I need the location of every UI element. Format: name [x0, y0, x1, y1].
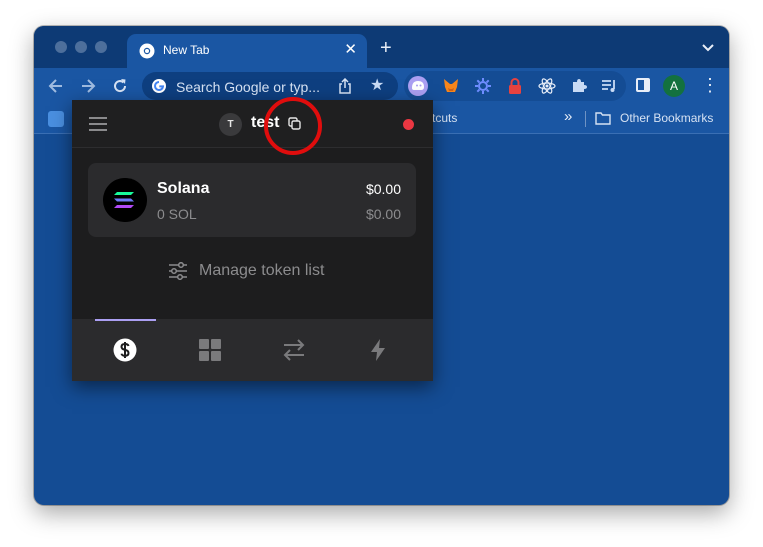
- active-tab-indicator: [95, 319, 156, 321]
- address-bar[interactable]: Search Google or typ... ★: [142, 72, 398, 100]
- phantom-icon[interactable]: [408, 76, 428, 96]
- reload-icon[interactable]: [111, 77, 129, 95]
- solana-icon: [103, 178, 147, 222]
- react-icon[interactable]: [538, 77, 556, 95]
- folder-icon: [595, 112, 611, 125]
- chrome-icon: [139, 43, 155, 59]
- bottom-nav: [72, 319, 433, 381]
- menu-icon[interactable]: [89, 117, 107, 131]
- lock-extension-icon[interactable]: [506, 77, 524, 95]
- more-options-icon[interactable]: ⋮: [701, 76, 719, 96]
- bookmarks-divider: [585, 111, 586, 127]
- swap-tab-arrows-icon[interactable]: [282, 338, 306, 362]
- toolbar: Search Google or typ... ★ A ⋮: [34, 68, 729, 104]
- share-icon[interactable]: [338, 78, 352, 94]
- phantom-wallet-popup: T test Solana 0 SOL $0.00 $0.00 Manage t…: [72, 97, 433, 381]
- back-arrow-icon[interactable]: [47, 77, 65, 95]
- avatar[interactable]: A: [663, 75, 685, 97]
- close-icon[interactable]: ✕: [344, 40, 357, 60]
- more-bookmarks-icon[interactable]: »: [564, 108, 572, 125]
- activity-tab-lightning-icon[interactable]: [366, 338, 390, 362]
- tokens-tab-dollar-icon[interactable]: [113, 338, 137, 362]
- other-bookmarks-link[interactable]: Other Bookmarks: [620, 111, 713, 125]
- manage-token-list-label: Manage token list: [199, 262, 325, 279]
- tab-strip: New Tab ✕ +: [34, 26, 729, 68]
- close-window-button[interactable]: [55, 41, 67, 53]
- tab-new-tab[interactable]: New Tab ✕: [127, 34, 367, 68]
- sliders-icon: [169, 262, 187, 280]
- collectibles-tab-grid-icon[interactable]: [198, 338, 222, 362]
- bookmark-star-icon[interactable]: ★: [370, 77, 384, 95]
- side-panel-icon[interactable]: [636, 78, 650, 92]
- minimize-window-button[interactable]: [75, 41, 87, 53]
- account-avatar[interactable]: T: [219, 113, 242, 136]
- token-change: $0.00: [365, 206, 401, 222]
- media-icon[interactable]: [600, 77, 618, 95]
- annotation-highlight-circle: [264, 97, 322, 155]
- apps-icon[interactable]: [48, 111, 64, 127]
- wallet-header: T test: [72, 97, 433, 155]
- tab-title: New Tab: [163, 43, 210, 57]
- token-quantity: 0 SOL: [157, 206, 197, 222]
- new-tab-button[interactable]: +: [380, 38, 392, 58]
- extensions-bar: [404, 71, 626, 101]
- token-value: $0.00: [365, 181, 401, 197]
- chevron-down-icon[interactable]: [701, 40, 715, 54]
- browser-window: New Tab ✕ + Search Google or typ... ★ A …: [34, 26, 729, 505]
- forward-arrow-icon[interactable]: [79, 77, 97, 95]
- token-name: Solana: [157, 180, 210, 197]
- puzzle-icon[interactable]: [570, 77, 588, 95]
- search-input: Search Google or typ...: [176, 79, 320, 95]
- token-row-solana[interactable]: Solana 0 SOL $0.00 $0.00: [88, 163, 416, 237]
- google-icon: [152, 79, 166, 93]
- settings-extension-icon[interactable]: [474, 77, 492, 95]
- bookmark-shortcuts[interactable]: tcuts: [432, 111, 457, 125]
- metamask-icon[interactable]: [442, 77, 460, 95]
- network-status-indicator[interactable]: [403, 119, 414, 130]
- maximize-window-button[interactable]: [95, 41, 107, 53]
